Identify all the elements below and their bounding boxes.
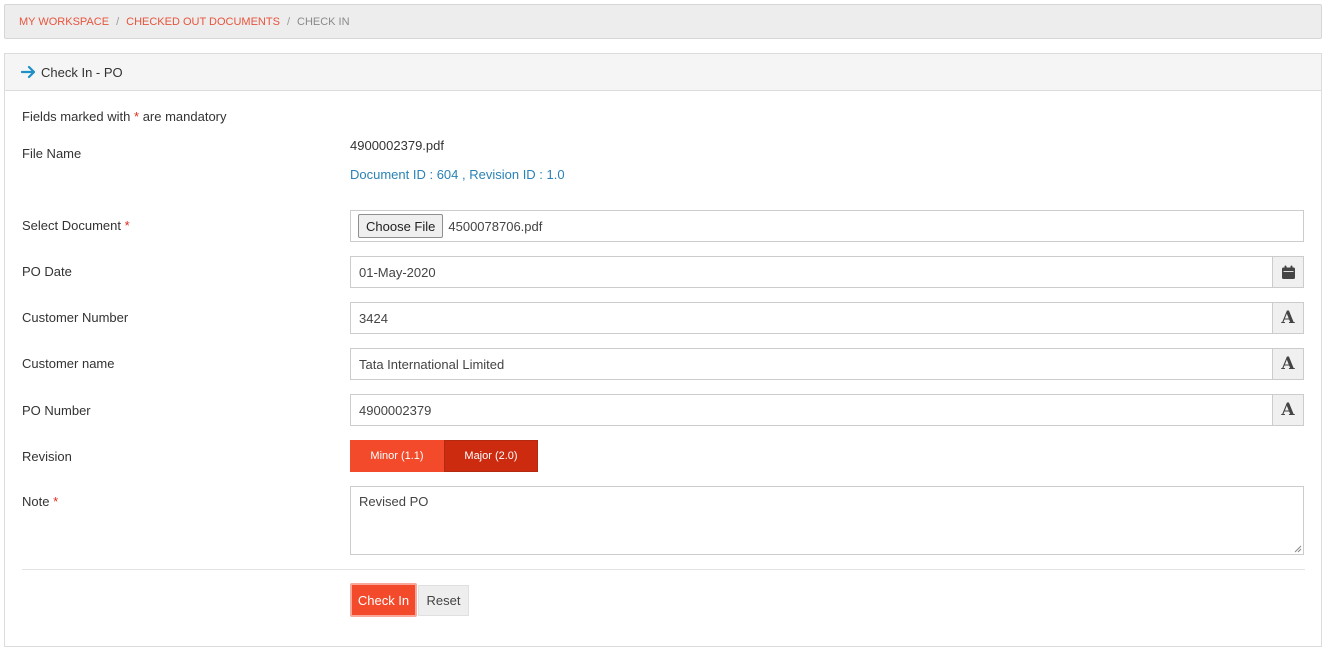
check-in-button[interactable]: Check In	[350, 583, 417, 617]
po-date-label: PO Date	[22, 264, 72, 279]
reset-button[interactable]: Reset	[418, 585, 469, 616]
document-info: Document ID : 604 , Revision ID : 1.0	[350, 167, 565, 182]
revision-label: Revision	[22, 449, 72, 464]
customer-number-input[interactable]	[351, 303, 1272, 333]
text-type-icon: A	[1272, 349, 1303, 379]
po-number-field: A	[350, 394, 1304, 426]
breadcrumb: My Workspace / Checked Out Documents / C…	[4, 4, 1322, 39]
breadcrumb-my-workspace[interactable]: My Workspace	[19, 16, 109, 28]
required-star: *	[134, 109, 140, 124]
form-divider	[22, 569, 1305, 570]
revision-minor-button[interactable]: Minor (1.1)	[350, 440, 444, 472]
breadcrumb-checked-out-documents[interactable]: Checked Out Documents	[126, 16, 280, 28]
customer-name-field: A	[350, 348, 1304, 380]
select-document-field: Choose File 4500078706.pdf	[350, 210, 1304, 242]
customer-number-label: Customer Number	[22, 310, 129, 325]
chosen-file-name: 4500078706.pdf	[448, 218, 543, 234]
panel-title: Check In - PO	[41, 64, 123, 80]
po-number-input[interactable]	[351, 395, 1272, 425]
note-value: Revised PO	[359, 494, 429, 509]
breadcrumb-separator: /	[116, 15, 120, 28]
breadcrumb-separator: /	[286, 15, 290, 28]
customer-number-field: A	[350, 302, 1304, 334]
choose-file-button[interactable]: Choose File	[358, 214, 444, 238]
resize-handle-icon[interactable]	[1293, 544, 1302, 553]
check-in-panel: Check In - PO Fields marked with * are m…	[4, 53, 1322, 647]
mandatory-note: Fields marked with * are mandatory	[22, 109, 227, 124]
revision-toggle-group: Minor (1.1) Major (2.0)	[350, 440, 538, 472]
mandatory-note-suffix: are mandatory	[142, 109, 227, 124]
note-textarea[interactable]: Revised PO	[350, 486, 1304, 555]
note-label: Note *	[22, 494, 58, 509]
calendar-button[interactable]	[1272, 257, 1303, 287]
customer-name-input[interactable]	[351, 349, 1272, 379]
note-label-text: Note	[22, 494, 50, 509]
mandatory-note-prefix: Fields marked with	[22, 109, 131, 124]
file-name-value: 4900002379.pdf	[350, 138, 444, 153]
arrow-right-icon	[21, 65, 36, 79]
select-document-label-text: Select Document	[22, 218, 121, 233]
required-star: *	[53, 494, 59, 509]
breadcrumb-current: Check In	[297, 15, 350, 28]
po-number-label: PO Number	[22, 403, 91, 418]
customer-name-label: Customer name	[22, 356, 115, 371]
panel-header: Check In - PO	[5, 54, 1321, 91]
text-type-icon: A	[1272, 395, 1303, 425]
po-date-input[interactable]	[351, 257, 1272, 287]
po-date-field	[350, 256, 1304, 288]
select-document-label: Select Document *	[22, 218, 130, 233]
calendar-icon	[1281, 265, 1295, 279]
text-type-icon: A	[1272, 303, 1303, 333]
file-name-label: File Name	[22, 146, 82, 161]
revision-major-button[interactable]: Major (2.0)	[444, 440, 538, 472]
required-star: *	[124, 218, 130, 233]
